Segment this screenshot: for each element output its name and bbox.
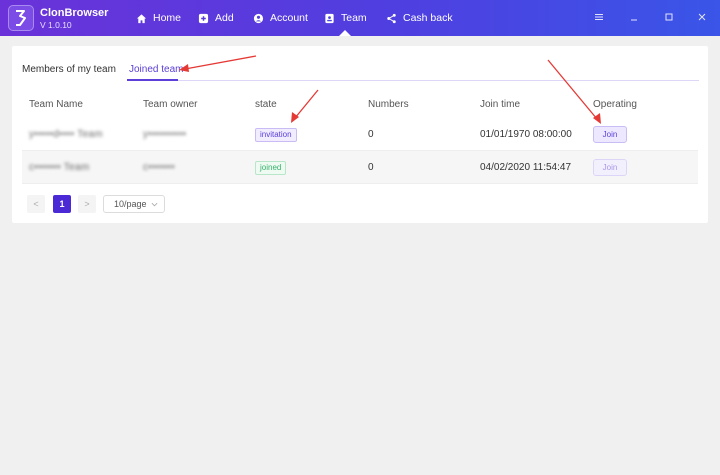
- page-size-select[interactable]: 10/page: [103, 195, 165, 213]
- nav-home-label: Home: [153, 12, 182, 24]
- active-tab-indicator: [127, 79, 178, 81]
- nav-add[interactable]: Add: [198, 0, 234, 36]
- team-owner-cell: y••••••••••: [143, 129, 187, 140]
- pagination-page-1[interactable]: 1: [53, 195, 71, 213]
- state-cell: invitation: [255, 118, 297, 151]
- nav-team-label: Team: [341, 12, 367, 24]
- status-badge: joined: [255, 160, 287, 175]
- header-team-name: Team Name: [29, 99, 83, 110]
- nav-add-label: Add: [215, 12, 234, 24]
- team-owner-cell: c•••••••: [143, 162, 175, 173]
- share-icon: [387, 13, 396, 23]
- tab-members-of-my-team[interactable]: Members of my team: [22, 64, 116, 75]
- pagination-next-button[interactable]: >: [78, 195, 96, 213]
- operating-cell: Join: [593, 118, 627, 151]
- nav-cashback[interactable]: Cash back: [386, 0, 453, 36]
- header-state: state: [255, 99, 277, 110]
- menu-button[interactable]: [592, 10, 606, 24]
- team-panel: Members of my team Joined team Team Name…: [12, 46, 708, 223]
- team-icon: [325, 13, 334, 23]
- app-logo: [8, 5, 34, 31]
- tabs-divider: [127, 80, 699, 81]
- active-nav-indicator: [339, 30, 351, 36]
- join-button[interactable]: Join: [593, 159, 627, 176]
- pagination-prev-button[interactable]: <: [27, 195, 45, 213]
- nav-home[interactable]: Home: [136, 0, 181, 36]
- title-bar: ClonBrowser V 1.0.10 Home Add Account Te…: [0, 0, 720, 36]
- header-join-time: Join time: [480, 99, 521, 110]
- nav-cashback-label: Cash back: [403, 12, 453, 24]
- header-operating: Operating: [593, 99, 637, 110]
- chevron-down-icon: [151, 202, 158, 207]
- page-size-value: 10/page: [114, 199, 147, 209]
- tab-joined-team[interactable]: Joined team: [129, 64, 183, 75]
- numbers-cell: 0: [368, 162, 374, 173]
- minimize-button[interactable]: [627, 10, 641, 24]
- account-icon: [253, 13, 264, 23]
- maximize-button[interactable]: [662, 10, 676, 24]
- team-name-cell: c••••••• Team: [29, 162, 90, 173]
- join-time-cell: 04/02/2020 11:54:47: [480, 162, 572, 173]
- join-button[interactable]: Join: [593, 126, 627, 143]
- close-button[interactable]: [695, 10, 709, 24]
- join-time-cell: 01/01/1970 08:00:00: [480, 129, 572, 140]
- table-row: y•••••d•••• Team y•••••••••• invitation …: [22, 118, 698, 151]
- header-numbers: Numbers: [368, 99, 409, 110]
- state-cell: joined: [255, 151, 287, 184]
- team-name-cell: y•••••d•••• Team: [29, 129, 103, 140]
- maximize-icon: [665, 13, 673, 21]
- home-icon: [136, 13, 147, 23]
- status-badge: invitation: [255, 127, 297, 142]
- menu-icon: [595, 14, 603, 20]
- logo-icon: [16, 10, 26, 26]
- add-icon: [198, 13, 209, 23]
- numbers-cell: 0: [368, 129, 374, 140]
- header-team-owner: Team owner: [143, 99, 198, 110]
- operating-cell: Join: [593, 151, 627, 184]
- minimize-icon: [631, 19, 637, 21]
- close-icon: [698, 13, 706, 21]
- nav-account[interactable]: Account: [253, 0, 308, 36]
- table-row: c••••••• Team c••••••• joined 0 04/02/20…: [22, 151, 698, 184]
- app-version: V 1.0.10: [40, 20, 72, 30]
- nav-account-label: Account: [270, 12, 308, 24]
- app-name: ClonBrowser: [40, 7, 109, 19]
